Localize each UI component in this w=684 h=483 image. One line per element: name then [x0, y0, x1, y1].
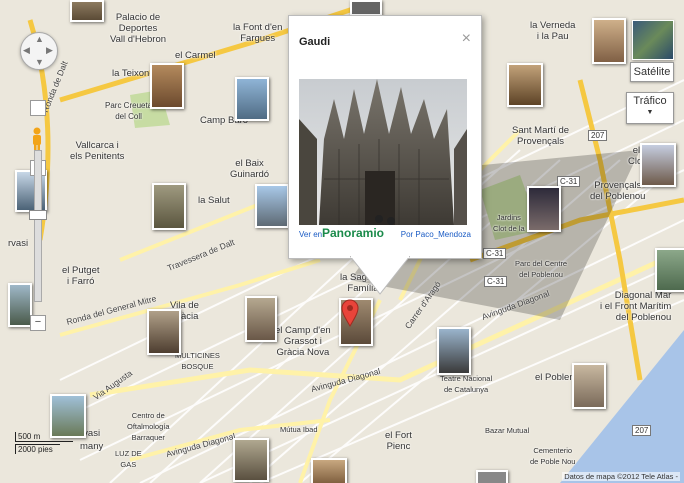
info-window-title: Gaudi	[299, 36, 331, 48]
zoom-slider-thumb[interactable]	[29, 210, 47, 220]
chevron-down-icon: ▼	[646, 109, 654, 116]
photo-marker[interactable]	[245, 296, 277, 342]
label-parc-poblenou: Parc del Centre del Poblenou	[515, 259, 568, 279]
photo-marker[interactable]	[8, 283, 32, 327]
pan-control[interactable]: ▲ ▼ ◀ ▶	[20, 32, 58, 70]
photo-marker[interactable]	[15, 170, 47, 212]
label-mutua: Mútua Ibad	[280, 425, 318, 434]
label-putget: el Putget i Farró	[62, 265, 100, 287]
label-many: many	[80, 441, 104, 452]
scale-imperial: 2000 pies	[15, 444, 60, 454]
view-on-link[interactable]: Ver en	[299, 230, 322, 239]
label-diagonal-mar: Diagonal Mar i el Front Marítim del Pobl…	[600, 290, 672, 323]
label-salut: la Salut	[198, 195, 230, 206]
photo-marker[interactable]	[311, 458, 347, 483]
cathedral-photo[interactable]	[299, 79, 467, 225]
photo-marker[interactable]	[527, 186, 561, 232]
scale-bar: 500 m 2000 pies	[15, 432, 73, 454]
satellite-button[interactable]: Satélite	[630, 62, 674, 82]
photo-marker[interactable]	[152, 183, 186, 230]
photo-marker[interactable]	[640, 143, 676, 187]
label-carmel: el Carmel	[175, 50, 216, 61]
label-provencals: Provençals del Poblenou	[590, 180, 646, 202]
shield-207-b: 207	[632, 425, 652, 436]
close-icon[interactable]: ×	[462, 30, 471, 48]
scale-metric: 500 m	[15, 432, 73, 442]
photo-marker[interactable]	[235, 77, 269, 121]
satellite-thumbnail[interactable]	[632, 20, 674, 60]
photo-marker[interactable]	[476, 470, 508, 483]
shield-c31-c: C-31	[484, 276, 508, 287]
pan-up-icon[interactable]: ▲	[35, 34, 44, 44]
photo-marker[interactable]	[592, 18, 626, 64]
label-vallcarca: Vallcarca i els Penitents	[70, 140, 125, 162]
label-palacio: Palacio de Deportes Vall d'Hebron	[110, 12, 167, 45]
photo-marker[interactable]	[350, 0, 382, 16]
shield-207-a: 207	[588, 130, 608, 141]
label-baix: el Baix Guinardó	[230, 158, 270, 180]
zoom-reset-button[interactable]	[30, 100, 46, 116]
photo-marker[interactable]	[147, 309, 181, 355]
info-window-tail	[350, 256, 410, 295]
label-font: la Font d'en Fargues	[233, 22, 283, 44]
label-oftalmo: Centro de Oftalmología Barraquer	[127, 411, 170, 442]
photo-marker[interactable]	[233, 438, 269, 482]
label-sant-marti: Sant Martí de Provençals	[512, 125, 570, 147]
zoom-out-button[interactable]: −	[30, 315, 46, 331]
photo-marker[interactable]	[507, 63, 543, 107]
shield-c31-b: C-31	[483, 248, 507, 259]
photo-marker[interactable]	[572, 363, 606, 409]
map-copyright: Datos de mapa ©2012 Tele Atlas -	[562, 472, 680, 481]
label-multicines: MULTICINES BOSQUE	[175, 351, 220, 371]
label-camp-grassot: el Camp d'en Grassot i Gràcia Nova	[275, 325, 331, 358]
pan-left-icon[interactable]: ◀	[23, 45, 30, 56]
pan-right-icon[interactable]: ▶	[46, 45, 53, 56]
photo-marker[interactable]	[255, 184, 289, 228]
info-window: Gaudi × Ver en Panoramio Por Paco_Mendoz…	[288, 15, 482, 259]
traffic-button[interactable]: Tráfico ▼	[626, 92, 674, 124]
label-cementerio: Cementerio de Poble Nou	[530, 446, 576, 466]
photo-marker[interactable]	[70, 0, 104, 22]
label-luz: LUZ DE GAS	[115, 449, 142, 469]
label-parc: Parc Creueta del Coll	[105, 101, 153, 121]
label-fort-pienc: el Fort Pienc	[385, 430, 412, 452]
photo-marker[interactable]	[437, 327, 471, 375]
panoramio-logo[interactable]: Panoramio	[322, 226, 384, 240]
label-teatre: Teatre Nacional de Catalunya	[440, 374, 493, 394]
map-pin-icon[interactable]	[340, 298, 360, 328]
pegman-icon[interactable]	[30, 127, 44, 151]
photo-marker[interactable]	[150, 63, 184, 109]
photo-marker[interactable]	[655, 248, 684, 292]
zoom-slider-track[interactable]	[34, 150, 42, 302]
traffic-label: Tráfico	[633, 95, 667, 107]
label-vernada: la Verneda i la Pau	[530, 20, 576, 42]
author-link[interactable]: Por Paco_Mendoza	[401, 230, 471, 239]
pan-down-icon[interactable]: ▼	[35, 57, 44, 67]
label-sarria: rvasi	[8, 238, 29, 249]
label-jardins: Jardins Clot de la	[493, 213, 525, 233]
label-bazar: Bazar Mutual	[485, 426, 530, 435]
